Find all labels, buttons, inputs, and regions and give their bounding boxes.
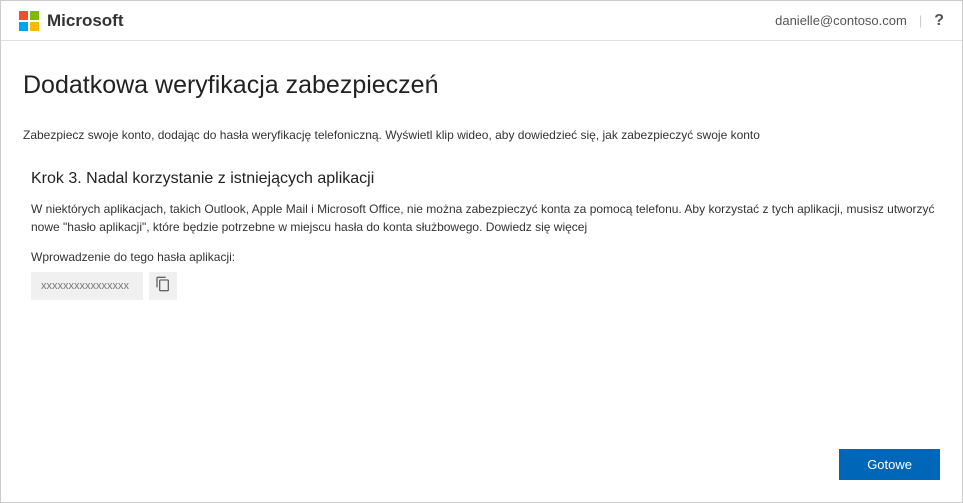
main-content: Dodatkowa weryfikacja zabezpieczeń Zabez… — [1, 41, 962, 300]
copy-icon — [155, 276, 171, 297]
help-icon[interactable]: ? — [934, 12, 944, 30]
microsoft-logo-icon — [19, 11, 39, 31]
app-password-label: Wprowadzenie do tego hasła aplikacji: — [31, 250, 940, 264]
step-body: W niektórych aplikacjach, takich Outlook… — [31, 200, 940, 236]
footer-actions: Gotowe — [839, 449, 940, 480]
app-password-display: xxxxxxxxxxxxxxxx — [31, 272, 143, 300]
done-button[interactable]: Gotowe — [839, 449, 940, 480]
header-left: Microsoft — [19, 11, 124, 31]
step-section: Krok 3. Nadal korzystanie z istniejących… — [23, 170, 940, 300]
app-password-row: xxxxxxxxxxxxxxxx — [31, 272, 940, 300]
user-email: danielle@contoso.com — [775, 13, 907, 28]
page-title: Dodatkowa weryfikacja zabezpieczeń — [23, 71, 940, 100]
copy-password-button[interactable] — [149, 272, 177, 300]
step-heading: Krok 3. Nadal korzystanie z istniejących… — [31, 170, 940, 188]
brand-label: Microsoft — [47, 11, 124, 31]
header-right: danielle@contoso.com | ? — [775, 12, 944, 30]
intro-text: Zabezpiecz swoje konto, dodając do hasła… — [23, 128, 940, 142]
header-divider: | — [919, 13, 922, 28]
header-bar: Microsoft danielle@contoso.com | ? — [1, 1, 962, 41]
